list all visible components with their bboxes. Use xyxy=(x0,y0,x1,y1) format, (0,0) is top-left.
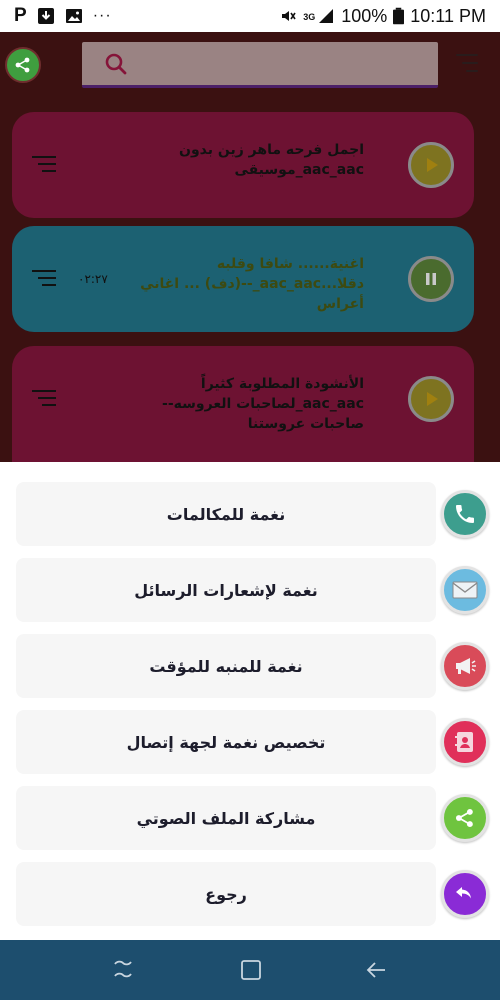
status-bar: P ··· 3G 100% 10:11 PM xyxy=(0,0,500,32)
share-audio-file-option[interactable]: مشاركة الملف الصوتي xyxy=(16,786,489,850)
sort-menu-icon[interactable] xyxy=(456,54,478,72)
pause-icon xyxy=(426,273,436,285)
search-icon xyxy=(105,53,127,74)
home-button[interactable] xyxy=(238,958,264,982)
share-icon xyxy=(441,794,489,842)
status-overflow: ··· xyxy=(92,7,112,24)
play-button[interactable] xyxy=(408,376,454,422)
pause-button[interactable] xyxy=(408,256,454,302)
song-card[interactable]: ٠٢:٢٧ اغنية...... شافا وقلبه دقلا...aac_… xyxy=(12,226,474,332)
play-icon xyxy=(427,392,438,406)
play-icon xyxy=(427,158,438,172)
search-input[interactable] xyxy=(82,42,438,88)
recent-apps-icon xyxy=(114,960,132,978)
battery-percent: 100% xyxy=(341,5,388,26)
system-navigation-bar xyxy=(0,940,500,1000)
song-card[interactable]: اجمل فرحه ماهر زين بدون aac_aac_موسيقى xyxy=(12,112,474,218)
option-label: نغمة للمكالمات xyxy=(166,504,286,524)
megaphone-icon xyxy=(441,642,489,690)
share-icon xyxy=(15,57,30,73)
set-contact-ringtone-option[interactable]: تخصيص نغمة لجهة إتصال xyxy=(16,710,489,774)
set-call-ringtone-option[interactable]: نغمة للمكالمات xyxy=(16,482,489,546)
clock: 10:11 PM xyxy=(410,5,486,26)
back-arrow-icon xyxy=(366,962,385,978)
song-list-background: اجمل فرحه ماهر زين بدون aac_aac_موسيقى ٠… xyxy=(0,32,500,462)
song-options-icon[interactable] xyxy=(32,156,56,172)
option-label: مشاركة الملف الصوتي xyxy=(136,808,316,828)
option-label: تخصيص نغمة لجهة إتصال xyxy=(126,732,326,752)
envelope-icon xyxy=(441,566,489,614)
image-icon xyxy=(65,9,82,23)
download-icon xyxy=(37,8,54,24)
status-app-letter: P xyxy=(14,5,27,26)
mute-icon xyxy=(282,11,296,21)
song-card[interactable]: الأنشودة المطلوبة كثيراً aac_aac_لصاحبات… xyxy=(12,346,474,462)
option-label: نغمة لإشعارات الرسائل xyxy=(134,580,318,600)
song-options-icon[interactable] xyxy=(32,390,56,406)
contact-book-icon xyxy=(441,718,489,766)
network-type: 3G xyxy=(303,11,316,22)
song-options-icon[interactable] xyxy=(32,270,56,286)
back-button[interactable] xyxy=(364,958,390,982)
set-message-ringtone-option[interactable]: نغمة لإشعارات الرسائل xyxy=(16,558,489,622)
song-title: اغنية...... شافا وقلبه دقلا...aac_aac_--… xyxy=(140,256,364,312)
recent-apps-button[interactable] xyxy=(110,958,136,982)
share-app-button[interactable] xyxy=(5,47,41,83)
option-label: نغمة للمنبه للمؤقت xyxy=(149,656,303,676)
back-option[interactable]: رجوع xyxy=(16,862,489,926)
ringtone-options-sheet: نغمة للمكالمات نغمة لإشعارات الرسائل نغم… xyxy=(0,462,500,940)
undo-icon xyxy=(441,870,489,918)
signal-icon xyxy=(319,9,334,23)
song-title: الأنشودة المطلوبة كثيراً aac_aac_لصاحبات… xyxy=(162,376,364,432)
home-icon xyxy=(241,960,261,980)
phone-icon xyxy=(441,490,489,538)
option-label: رجوع xyxy=(205,884,247,904)
song-title: اجمل فرحه ماهر زين بدون aac_aac_موسيقى xyxy=(179,142,364,178)
set-alarm-ringtone-option[interactable]: نغمة للمنبه للمؤقت xyxy=(16,634,489,698)
battery-icon xyxy=(393,7,405,25)
play-button[interactable] xyxy=(408,142,454,188)
